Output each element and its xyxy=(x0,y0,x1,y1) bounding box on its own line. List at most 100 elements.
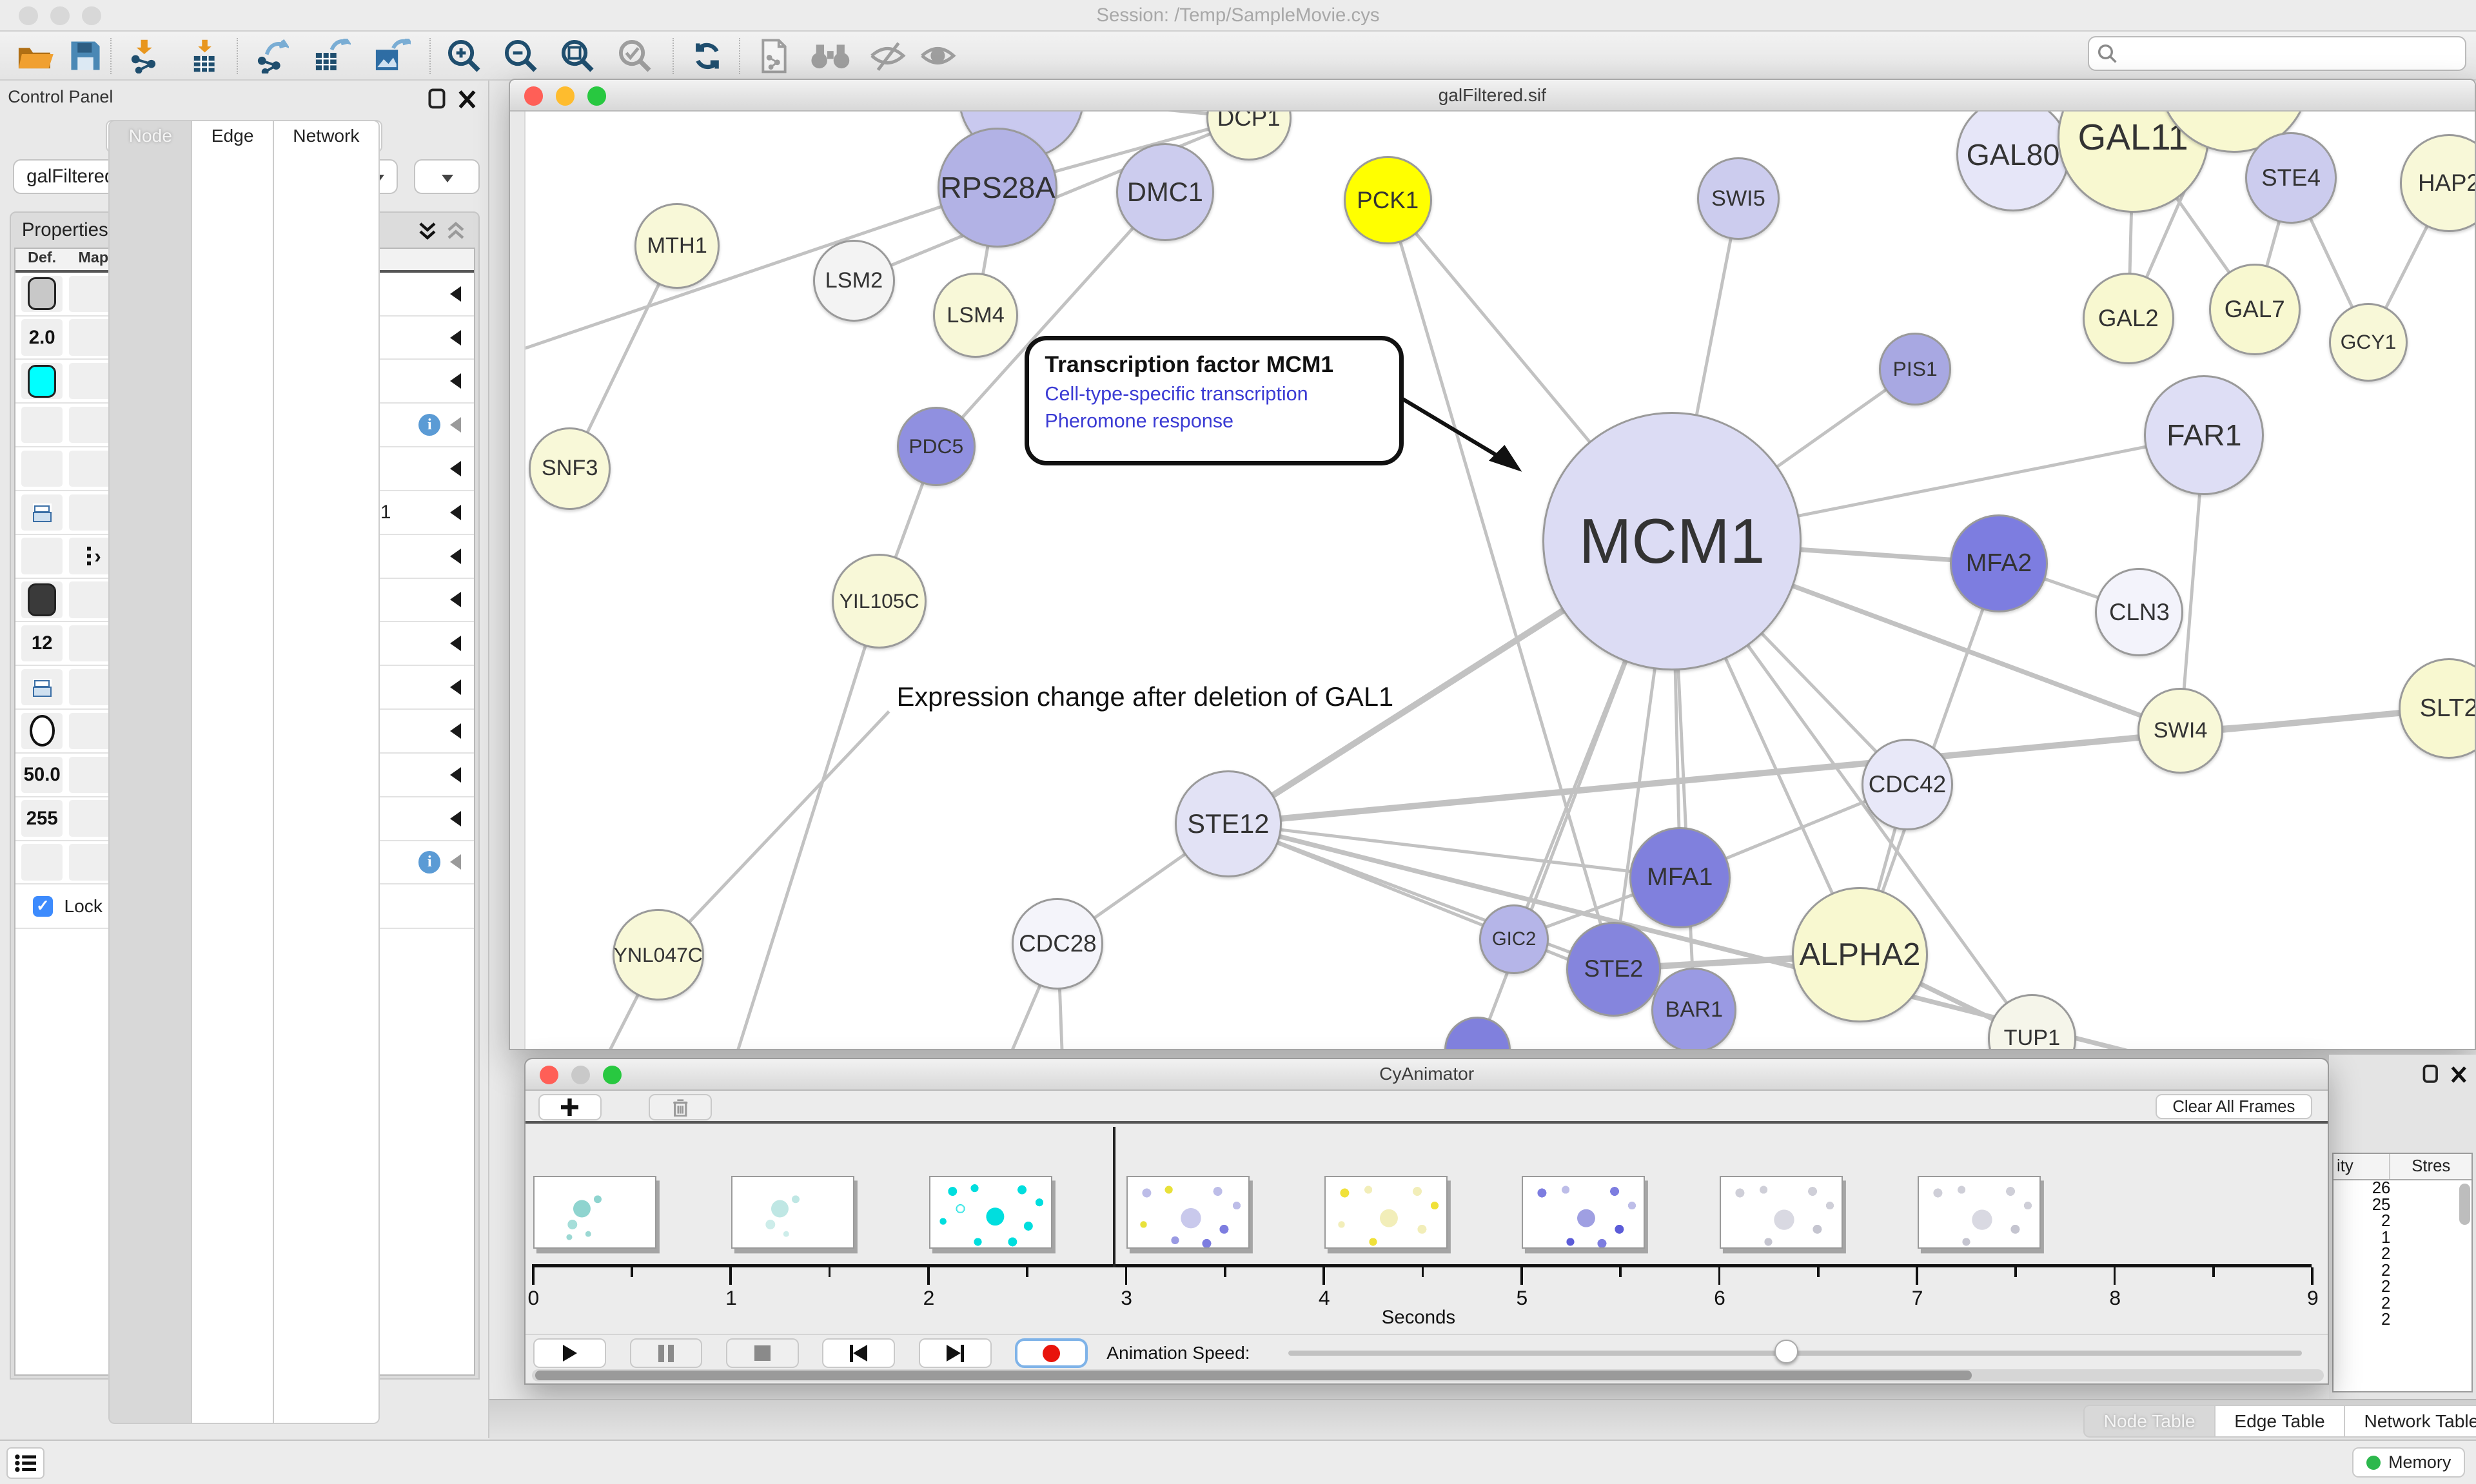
network-node-cdc28[interactable]: CDC28 xyxy=(1012,898,1103,990)
clear-all-frames-button[interactable]: Clear All Frames xyxy=(2156,1094,2312,1119)
network-node-yil105c[interactable]: YIL105C xyxy=(832,554,927,649)
search-input[interactable] xyxy=(2117,44,2433,64)
network-node-swi5[interactable]: SWI5 xyxy=(1697,157,1779,239)
tab-node[interactable]: Node xyxy=(108,120,191,1424)
network-node-snf3[interactable]: SNF3 xyxy=(529,427,611,509)
skip-to-start-button[interactable] xyxy=(822,1338,895,1369)
close-panel-icon[interactable] xyxy=(2451,1064,2466,1083)
tab-network[interactable]: Network xyxy=(273,120,380,1424)
ruler-tick xyxy=(1916,1267,1918,1285)
plus-icon xyxy=(561,1098,578,1116)
memory-button[interactable]: Memory xyxy=(2352,1447,2465,1478)
network-node-bar1[interactable]: BAR1 xyxy=(1651,968,1736,1049)
zoom-in-icon[interactable] xyxy=(439,36,489,75)
record-button[interactable] xyxy=(1015,1338,1088,1369)
network-node-mth1[interactable]: MTH1 xyxy=(634,203,720,288)
annotation-link-2[interactable]: Pheromone response xyxy=(1045,410,1383,433)
network-node-pis1[interactable]: PIS1 xyxy=(1879,333,1952,405)
stop-button[interactable] xyxy=(726,1338,799,1369)
copy-network-icon[interactable] xyxy=(749,36,799,75)
frame-thumbnail-6[interactable] xyxy=(1522,1176,1645,1249)
zoom-fit-icon[interactable] xyxy=(553,36,603,75)
export-image-icon[interactable] xyxy=(366,36,417,75)
playhead[interactable] xyxy=(1113,1127,1115,1267)
network-node-mfa2[interactable]: MFA2 xyxy=(1950,514,2048,612)
network-node-pck1[interactable]: PCK1 xyxy=(1344,156,1432,244)
network-node-alpha2[interactable]: ALPHA2 xyxy=(1792,887,1928,1023)
refresh-layout-icon[interactable] xyxy=(682,36,732,75)
network-node-far1[interactable]: FAR1 xyxy=(2144,375,2264,495)
network-node-gcy1[interactable]: GCY1 xyxy=(2329,303,2408,382)
table-column-stres[interactable]: Stres xyxy=(2390,1154,2471,1180)
network-node-rps28a[interactable]: RPS28A xyxy=(938,128,1057,248)
network-node-gic2[interactable]: GIC2 xyxy=(1479,904,1549,974)
table-scrollbar[interactable] xyxy=(2459,1184,2470,1225)
network-node-cln3[interactable]: CLN3 xyxy=(2095,568,2183,656)
show-eye-icon[interactable] xyxy=(913,36,963,75)
export-network-icon[interactable] xyxy=(246,36,297,75)
network-node-ynl047c[interactable]: YNL047C xyxy=(613,909,704,1001)
network-node-cdc42[interactable]: CDC42 xyxy=(1862,739,1953,830)
network-canvas[interactable]: Transcription factor MCM1 Cell-type-spec… xyxy=(510,112,2475,1048)
table-column-ity[interactable]: ity xyxy=(2334,1154,2390,1180)
show-panels-button[interactable] xyxy=(6,1447,44,1479)
frame-thumbnail-8[interactable] xyxy=(1918,1176,2041,1249)
export-table-icon[interactable] xyxy=(306,36,357,75)
import-table-icon[interactable] xyxy=(180,36,230,75)
frame-thumbnail-7[interactable] xyxy=(1720,1176,1843,1249)
frame-thumbnail-2[interactable] xyxy=(731,1176,854,1249)
network-node-lsm2[interactable]: LSM2 xyxy=(813,240,895,322)
toolbar-separator xyxy=(237,38,238,74)
network-node-mcm1[interactable]: MCM1 xyxy=(1542,412,1802,671)
network-node-ste2[interactable]: STE2 xyxy=(1566,922,1661,1017)
cyanimator-title: CyAnimator xyxy=(526,1064,2328,1084)
annotation-box[interactable]: Transcription factor MCM1 Cell-type-spec… xyxy=(1025,336,1404,465)
search-field[interactable] xyxy=(2088,36,2467,71)
timeline-scrollbar[interactable] xyxy=(532,1369,2324,1382)
skip-to-end-button[interactable] xyxy=(919,1338,992,1369)
hide-eye-icon[interactable] xyxy=(862,36,912,75)
tab-network-table[interactable]: Network Table xyxy=(2344,1405,2476,1438)
network-node-pdc5[interactable]: PDC5 xyxy=(897,407,976,485)
stop-icon xyxy=(754,1345,770,1361)
zoom-selected-icon[interactable] xyxy=(609,36,660,75)
canvas-text-annotation[interactable]: Expression change after deletion of GAL1 xyxy=(897,681,1394,712)
cyanimator-toolbar: Clear All Frames xyxy=(526,1091,2328,1124)
float-panel-icon[interactable] xyxy=(428,88,446,109)
network-node-lsm4[interactable]: LSM4 xyxy=(933,273,1018,358)
network-window-title: galFiltered.sif xyxy=(510,85,2475,106)
find-binoculars-icon[interactable] xyxy=(805,36,856,75)
network-node-mfa1[interactable]: MFA1 xyxy=(1629,827,1731,928)
close-panel-icon[interactable] xyxy=(458,88,476,109)
network-node-gal7[interactable]: GAL7 xyxy=(2209,264,2301,355)
cyanimator-titlebar[interactable]: CyAnimator xyxy=(526,1059,2328,1091)
delete-frame-button[interactable] xyxy=(649,1094,712,1121)
network-node-gal2[interactable]: GAL2 xyxy=(2083,273,2174,364)
speed-slider-thumb[interactable] xyxy=(1774,1340,1798,1363)
frame-thumbnail-3[interactable] xyxy=(929,1176,1052,1249)
network-window-titlebar[interactable]: galFiltered.sif xyxy=(510,80,2475,112)
float-panel-icon[interactable] xyxy=(2422,1064,2438,1083)
play-button[interactable] xyxy=(533,1338,606,1369)
network-node-dmc1[interactable]: DMC1 xyxy=(1116,143,1214,241)
import-network-icon[interactable] xyxy=(120,36,170,75)
node-table-grid[interactable]: ityStres 26252122222 xyxy=(2332,1153,2473,1392)
annotation-link-1[interactable]: Cell-type-specific transcription xyxy=(1045,383,1383,405)
pause-button[interactable] xyxy=(630,1338,703,1369)
timeline[interactable]: 0123456789 Seconds xyxy=(526,1127,2328,1334)
frame-thumbnail-4[interactable] xyxy=(1126,1176,1250,1249)
toolbar-separator xyxy=(739,38,740,74)
save-icon[interactable] xyxy=(60,36,110,75)
frame-thumbnail-1[interactable] xyxy=(533,1176,656,1249)
zoom-out-icon[interactable] xyxy=(496,36,546,75)
frame-thumbnail-5[interactable] xyxy=(1324,1176,1448,1249)
status-bar: Memory xyxy=(0,1440,2476,1484)
network-node-ste4[interactable]: STE4 xyxy=(2245,132,2337,224)
add-frame-button[interactable] xyxy=(538,1094,602,1121)
tab-node-table[interactable]: Node Table xyxy=(2083,1405,2214,1438)
network-node-ste12[interactable]: STE12 xyxy=(1175,770,1282,878)
network-node-swi4[interactable]: SWI4 xyxy=(2137,688,2223,773)
tab-edge[interactable]: Edge xyxy=(191,120,273,1424)
open-folder-icon[interactable] xyxy=(10,36,60,75)
tab-edge-table[interactable]: Edge Table xyxy=(2214,1405,2344,1438)
